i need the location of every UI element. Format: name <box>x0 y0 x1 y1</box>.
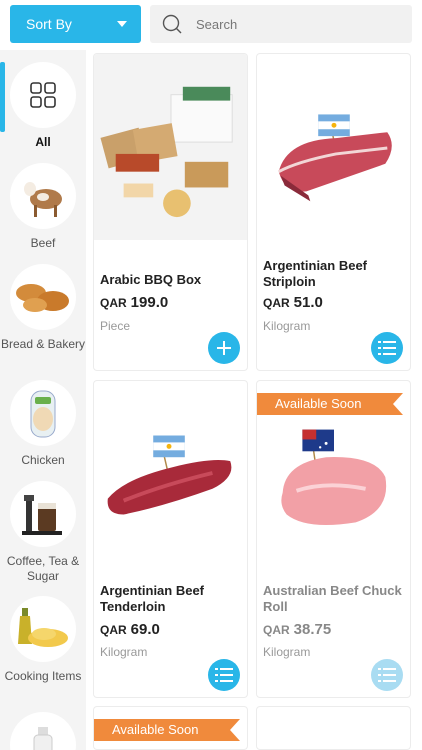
availability-badge: Available Soon <box>94 719 240 741</box>
sidebar-item-more[interactable] <box>0 712 86 750</box>
product-price: QAR 199.0 <box>100 294 168 311</box>
product-options-button[interactable] <box>371 332 403 364</box>
tenderloin-image <box>107 435 232 515</box>
caret-down-icon <box>117 21 127 27</box>
price-amount: 38.75 <box>293 621 332 638</box>
search-icon <box>162 14 182 34</box>
sort-by-label: Sort By <box>26 16 72 32</box>
product-card[interactable]: Available Soon <box>93 706 248 750</box>
list-options-icon <box>215 668 233 682</box>
sidebar-item-coffee-tea-sugar[interactable]: Coffee, Tea & Sugar <box>0 481 86 584</box>
price-currency: QAR <box>100 623 127 637</box>
product-name: Australian Beef Chuck Roll <box>263 583 402 614</box>
product-image <box>257 54 410 240</box>
product-unit: Piece <box>100 319 131 333</box>
product-image <box>94 54 247 240</box>
product-image <box>94 381 247 567</box>
top-bar: Sort By <box>0 0 422 50</box>
product-unit: Kilogram <box>263 645 311 659</box>
sidebar-item-label: Beef <box>30 236 56 250</box>
product-price: QAR 69.0 <box>100 621 160 638</box>
product-price: QAR 51.0 <box>263 294 323 311</box>
search-input[interactable] <box>196 13 396 35</box>
striploin-image <box>277 114 392 202</box>
product-price: QAR 38.75 <box>263 621 331 638</box>
grid-icon <box>30 82 56 108</box>
sidebar-item-label: Cooking Items <box>4 669 82 683</box>
product-card[interactable] <box>256 706 411 750</box>
category-circle <box>10 380 76 446</box>
category-circle <box>10 264 76 330</box>
product-options-button[interactable] <box>371 659 403 691</box>
price-amount: 69.0 <box>130 621 160 638</box>
price-amount: 51.0 <box>293 294 323 311</box>
price-currency: QAR <box>100 296 127 310</box>
bbq-box-image <box>100 86 233 218</box>
product-name: Argentinian Beef Striploin <box>263 258 368 289</box>
list-options-icon <box>378 341 396 355</box>
category-circle <box>10 481 76 547</box>
product-card[interactable]: Argentinian Beef Tenderloin QAR 69.0 Kilo… <box>93 380 248 698</box>
sidebar-item-label: Chicken <box>21 453 65 467</box>
cow-icon <box>24 182 62 217</box>
sidebar-item-all[interactable]: All <box>0 62 86 150</box>
product-unit: Kilogram <box>263 319 311 333</box>
search-bar[interactable] <box>150 5 412 43</box>
category-circle <box>10 712 76 750</box>
milk-bottle-icon <box>33 727 53 750</box>
product-name: Argentinian Beef Tenderloin <box>100 583 205 614</box>
product-card[interactable]: Argentinian Beef Striploin QAR 51.0 Kilog… <box>256 53 411 371</box>
sidebar-item-bread-bakery[interactable]: Bread & Bakery <box>0 264 86 352</box>
bread-icon <box>16 284 69 312</box>
product-unit: Kilogram <box>100 645 148 659</box>
product-card[interactable]: Available Soon Australian Beef Chuck Rol… <box>256 380 411 698</box>
product-name: Arabic BBQ Box <box>100 272 202 287</box>
category-circle <box>10 596 76 662</box>
availability-badge: Available Soon <box>257 393 403 415</box>
sidebar-item-cooking-items[interactable]: Cooking Items <box>0 596 86 684</box>
oil-pasta-icon <box>18 608 68 647</box>
sidebar-item-label: Coffee, Tea & Sugar <box>6 554 80 583</box>
sidebar-item-label: All <box>35 135 51 149</box>
add-to-cart-button[interactable] <box>208 332 240 364</box>
plus-icon <box>217 341 231 355</box>
sort-by-button[interactable]: Sort By <box>10 5 141 43</box>
product-card[interactable]: Arabic BBQ Box QAR 199.0 Piece <box>93 53 248 371</box>
category-sidebar: All Beef Bread & Bakery Chicken Coffee, … <box>0 50 86 750</box>
coffee-icon <box>22 495 62 535</box>
sidebar-item-beef[interactable]: Beef <box>0 163 86 251</box>
sidebar-item-chicken[interactable]: Chicken <box>0 380 86 468</box>
price-currency: QAR <box>263 296 290 310</box>
price-amount: 199.0 <box>130 294 169 311</box>
category-circle <box>10 62 76 128</box>
list-options-icon <box>378 668 396 682</box>
product-options-button[interactable] <box>208 659 240 691</box>
chicken-icon <box>30 390 56 438</box>
category-circle <box>10 163 76 229</box>
sidebar-item-label: Bread & Bakery <box>0 337 86 351</box>
price-currency: QAR <box>263 623 290 637</box>
